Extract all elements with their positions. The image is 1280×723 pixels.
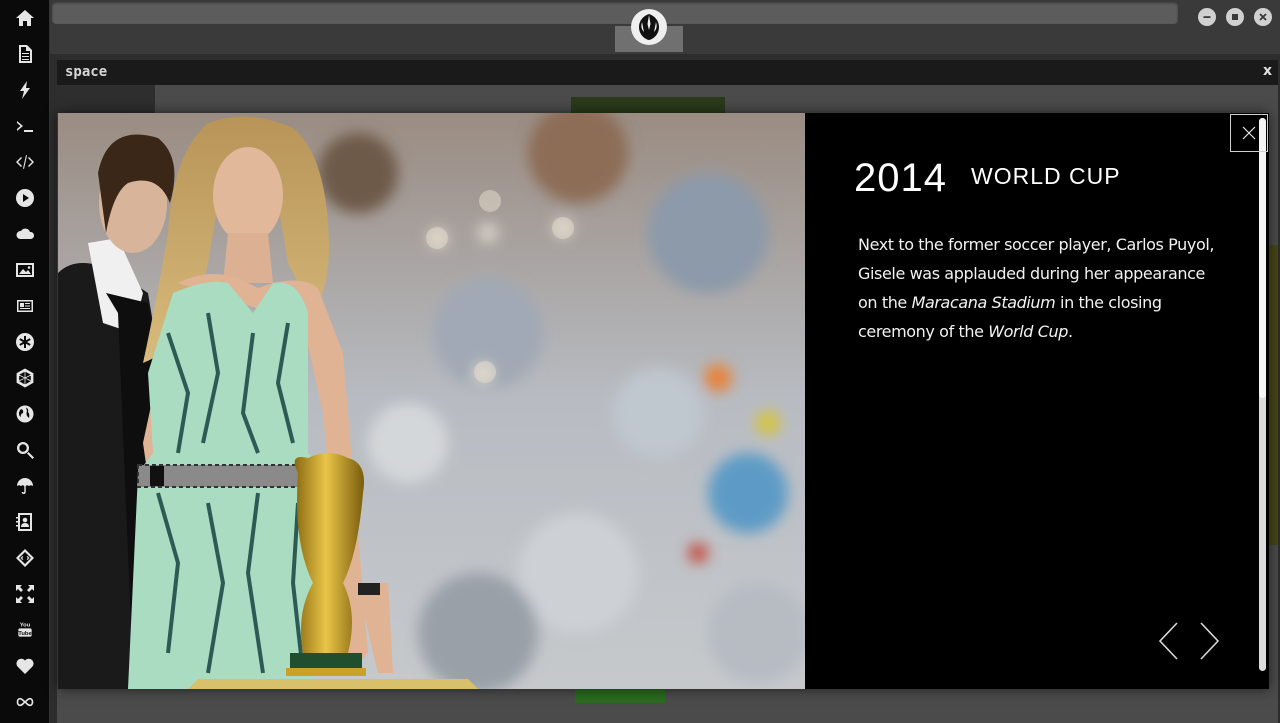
play-icon[interactable] [10, 183, 40, 213]
hexagon-icon[interactable] [10, 363, 40, 393]
next-button[interactable] [1197, 621, 1221, 661]
lightbox-year: 2014 [854, 156, 947, 200]
address-bar[interactable] [52, 2, 1178, 24]
lightning-icon[interactable] [10, 75, 40, 105]
youtube-label: You [20, 623, 31, 629]
chevron-right-icon [1200, 622, 1220, 660]
cloud-icon[interactable] [10, 219, 40, 249]
app-dock: You Tube [0, 0, 50, 723]
home-icon[interactable] [10, 3, 40, 33]
minimize-button[interactable] [1198, 8, 1216, 26]
background-page-fragment [1269, 245, 1278, 545]
lightbox-info-panel: 2014 WORLD CUP Next to the former soccer… [805, 113, 1269, 689]
close-window-button[interactable] [1254, 8, 1272, 26]
workspace-toolbar [57, 85, 155, 113]
image-icon[interactable] [10, 255, 40, 285]
workspace-close-button[interactable]: x [1263, 63, 1272, 79]
document-icon[interactable] [10, 39, 40, 69]
scrollbar-thumb[interactable] [1259, 118, 1266, 398]
newspaper-icon[interactable] [10, 291, 40, 321]
lightbox-modal: 2014 WORLD CUP Next to the former soccer… [58, 113, 1269, 689]
infinity-icon[interactable] [10, 687, 40, 717]
chevron-left-icon [1158, 622, 1178, 660]
svg-text:Tube: Tube [18, 631, 32, 637]
umbrella-icon[interactable] [10, 471, 40, 501]
workspace-title: space [65, 64, 108, 80]
caption-text: . [1067, 322, 1073, 341]
diamond-code-icon[interactable] [10, 543, 40, 573]
top-bar [50, 0, 1280, 54]
heart-icon[interactable] [10, 651, 40, 681]
maximize-button[interactable] [1226, 8, 1244, 26]
lightbox-close-button[interactable] [1230, 114, 1268, 152]
previous-button[interactable] [1157, 621, 1181, 661]
background-page-fragment [571, 97, 725, 113]
lightbox-photo [58, 113, 805, 689]
terminal-icon[interactable] [10, 111, 40, 141]
asterisk-icon[interactable] [10, 327, 40, 357]
code-icon[interactable] [10, 147, 40, 177]
contact-card-icon[interactable] [10, 507, 40, 537]
rebel-alliance-logo-icon[interactable] [631, 9, 667, 45]
search-icon[interactable] [10, 435, 40, 465]
globe-icon[interactable] [10, 399, 40, 429]
caption-place: Maracana Stadium [911, 293, 1056, 312]
lightbox-scrollbar[interactable] [1259, 118, 1266, 671]
youtube-icon[interactable]: You Tube [10, 615, 40, 645]
caption-event: World Cup [988, 322, 1068, 341]
close-icon [1242, 126, 1256, 140]
background-page-fragment [575, 687, 665, 703]
expand-icon[interactable] [10, 579, 40, 609]
workspace-title-bar[interactable]: space x [57, 60, 1278, 85]
lightbox-caption: Next to the former soccer player, Carlos… [858, 230, 1228, 346]
lightbox-event-title: WORLD CUP [971, 163, 1121, 189]
